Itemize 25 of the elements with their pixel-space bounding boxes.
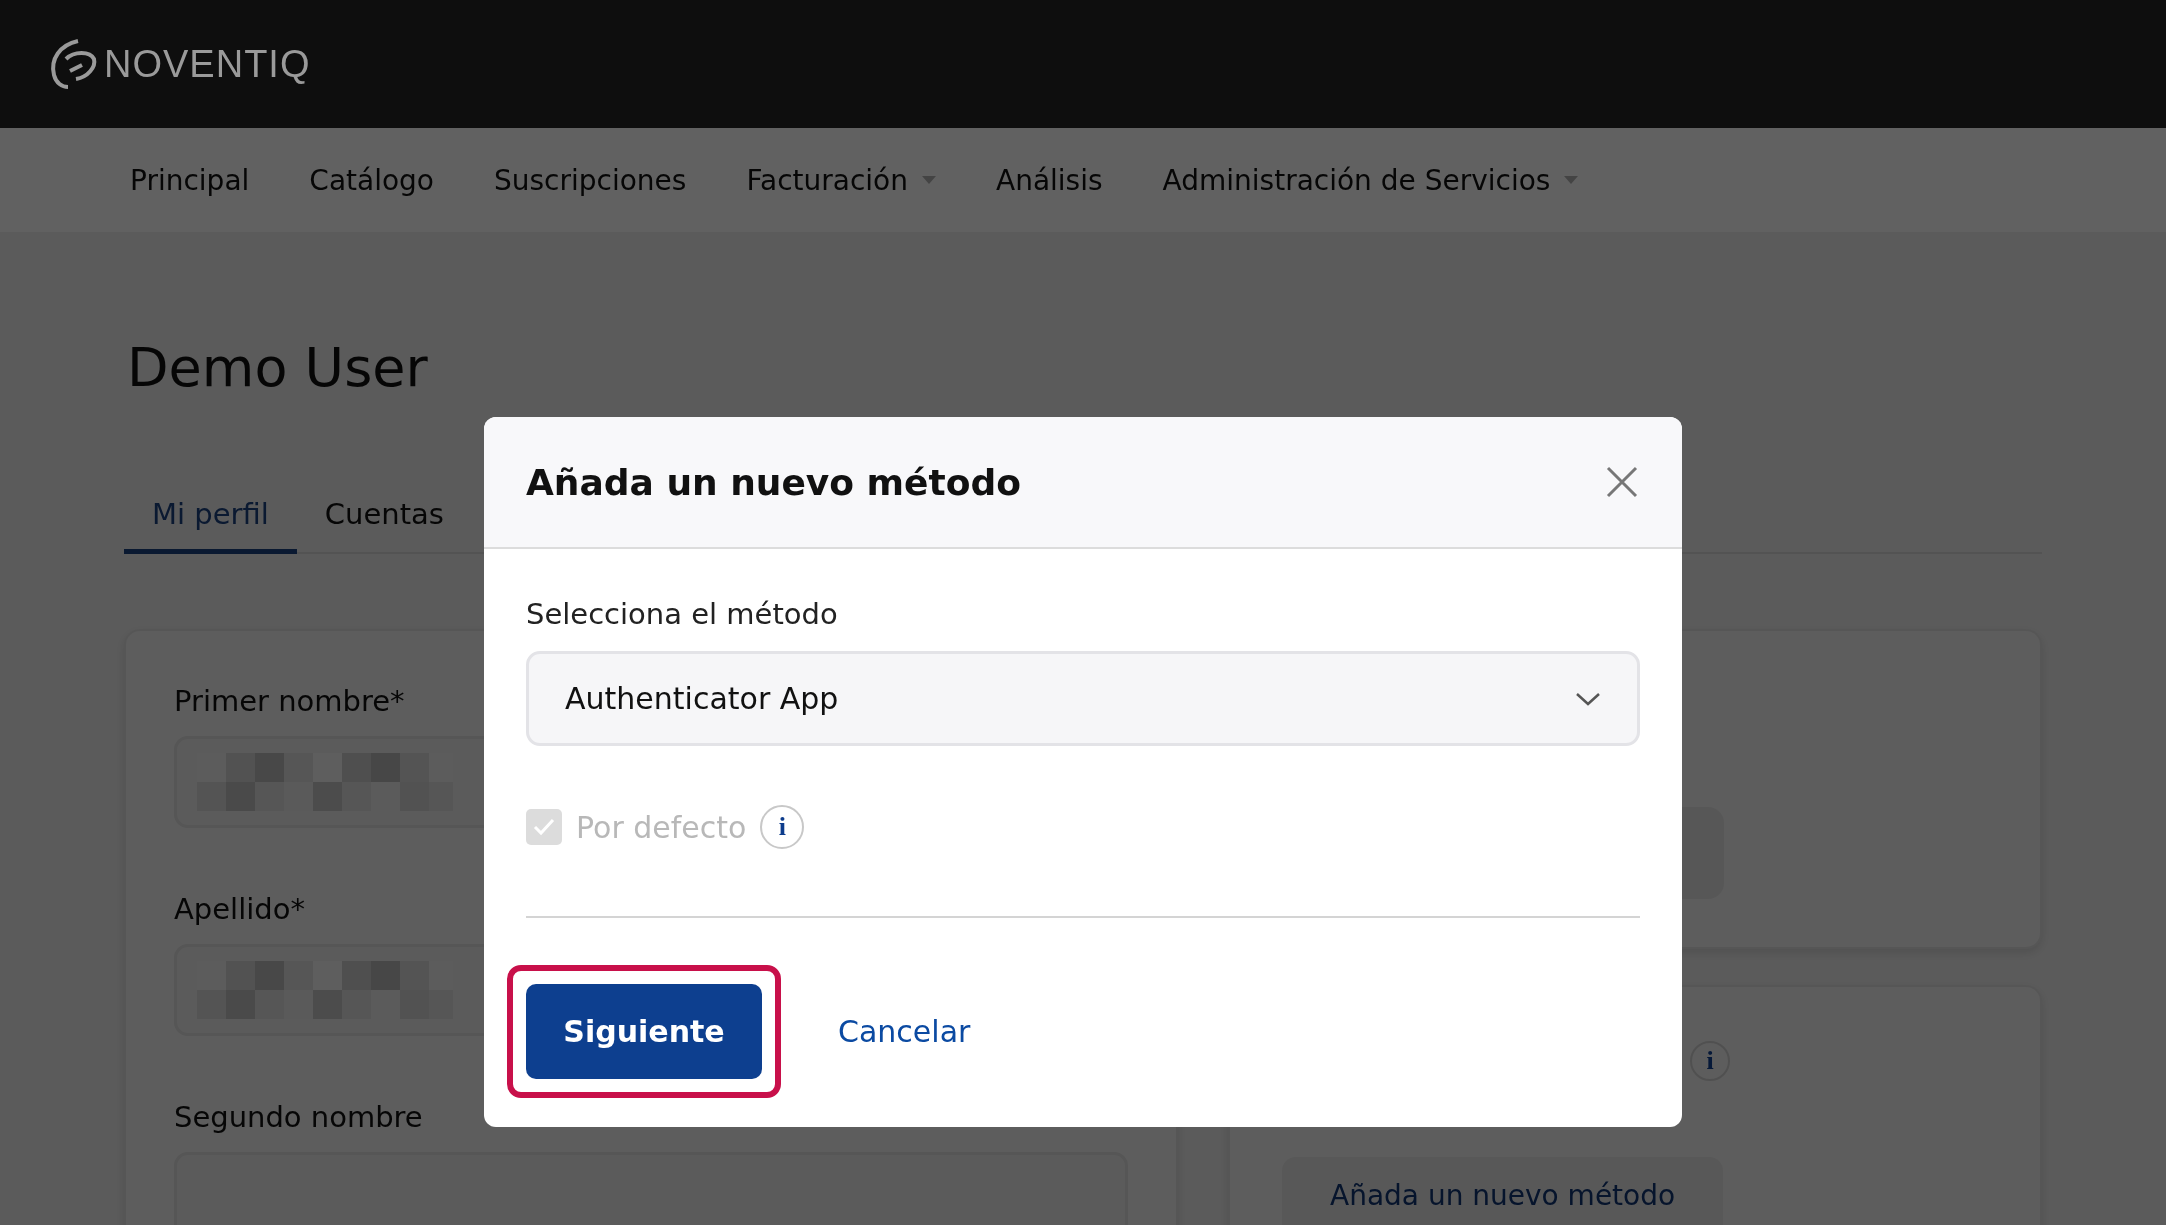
info-icon[interactable]: i bbox=[1690, 1041, 1730, 1081]
close-button[interactable] bbox=[1604, 464, 1640, 500]
nav-link[interactable]: Análisis bbox=[996, 163, 1103, 197]
dialog-title: Añada un nuevo método bbox=[526, 461, 1021, 503]
profile-tab[interactable]: Cuentas bbox=[296, 477, 472, 554]
field-label: Primer nombre* bbox=[174, 684, 405, 718]
method-select[interactable]: Authenticator App bbox=[526, 651, 1640, 746]
next-button[interactable]: Siguiente bbox=[526, 984, 762, 1079]
field-label: Selecciona el método bbox=[526, 597, 839, 631]
nav-link[interactable]: Catálogo bbox=[309, 163, 434, 197]
checkbox-label: Por defecto bbox=[576, 809, 747, 845]
check-icon bbox=[532, 817, 556, 837]
nav-link[interactable]: Administración de Servicios bbox=[1162, 163, 1579, 197]
add-method-button[interactable]: Añada un nuevo método bbox=[1282, 1157, 1724, 1225]
nav-link[interactable]: Principal bbox=[130, 163, 250, 197]
field-label: Segundo nombre bbox=[174, 1100, 423, 1134]
cancel-link[interactable]: Cancelar bbox=[838, 1014, 971, 1049]
nav-link[interactable]: Facturación bbox=[746, 163, 936, 197]
field-label: Apellido* bbox=[174, 892, 305, 926]
nav-link[interactable]: Suscripciones bbox=[494, 163, 687, 197]
chevron-down-icon bbox=[1575, 691, 1601, 706]
logo-swirl-icon bbox=[48, 37, 98, 91]
profile-tab[interactable]: Mi perfil bbox=[124, 477, 297, 554]
logo-text: NOVENTIQ bbox=[104, 42, 311, 86]
page-title: Demo User bbox=[127, 336, 429, 399]
